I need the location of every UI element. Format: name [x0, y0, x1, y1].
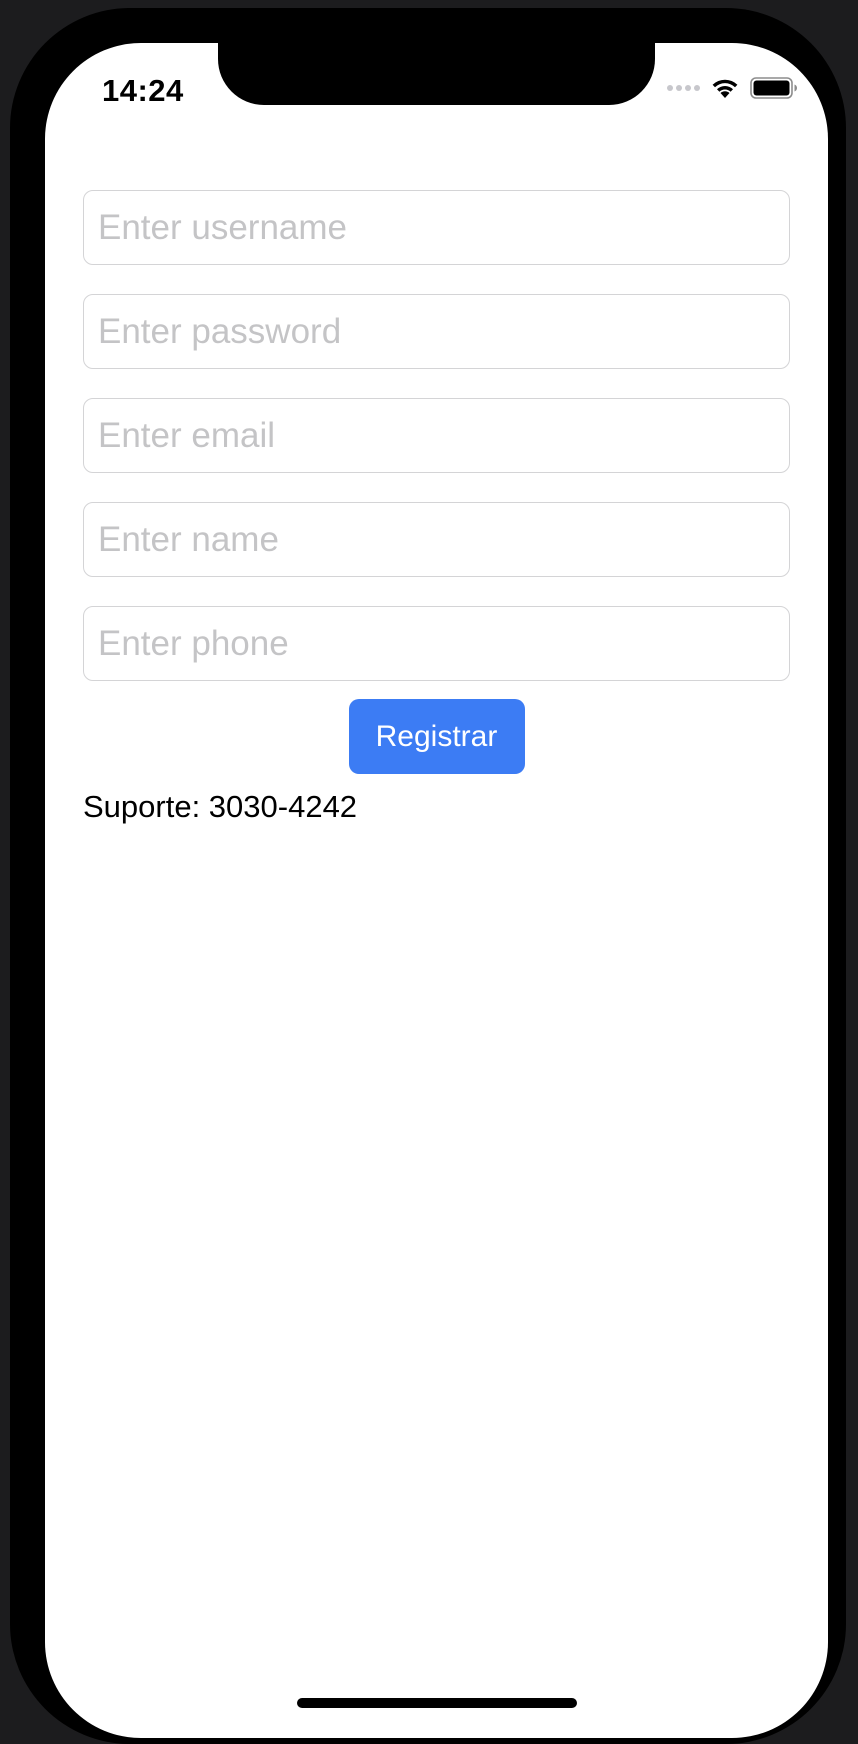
support-text: Suporte: 3030-4242: [83, 789, 358, 824]
home-indicator[interactable]: [297, 1698, 577, 1708]
username-input[interactable]: [83, 190, 790, 265]
wifi-icon: [712, 79, 738, 98]
status-indicators: [667, 77, 798, 99]
email-input[interactable]: [83, 398, 790, 473]
device-frame: 14:24 Enter username Enter email Enter n…: [0, 0, 858, 1744]
phone-input[interactable]: [83, 606, 790, 681]
name-input[interactable]: [83, 502, 790, 577]
app-screen: 14:24 Enter username Enter email Enter n…: [45, 43, 828, 1738]
button-row: Registrar: [83, 699, 790, 774]
cellular-signal-icon: [667, 85, 700, 91]
status-time: 14:24: [102, 73, 184, 108]
register-button[interactable]: Registrar: [348, 699, 525, 774]
device-bezel: 14:24 Enter username Enter email Enter n…: [10, 8, 846, 1744]
registration-form: Registrar Suporte: 3030-4242: [83, 190, 790, 825]
notch: [218, 43, 655, 105]
battery-icon: [750, 77, 797, 99]
password-input[interactable]: [83, 294, 790, 369]
